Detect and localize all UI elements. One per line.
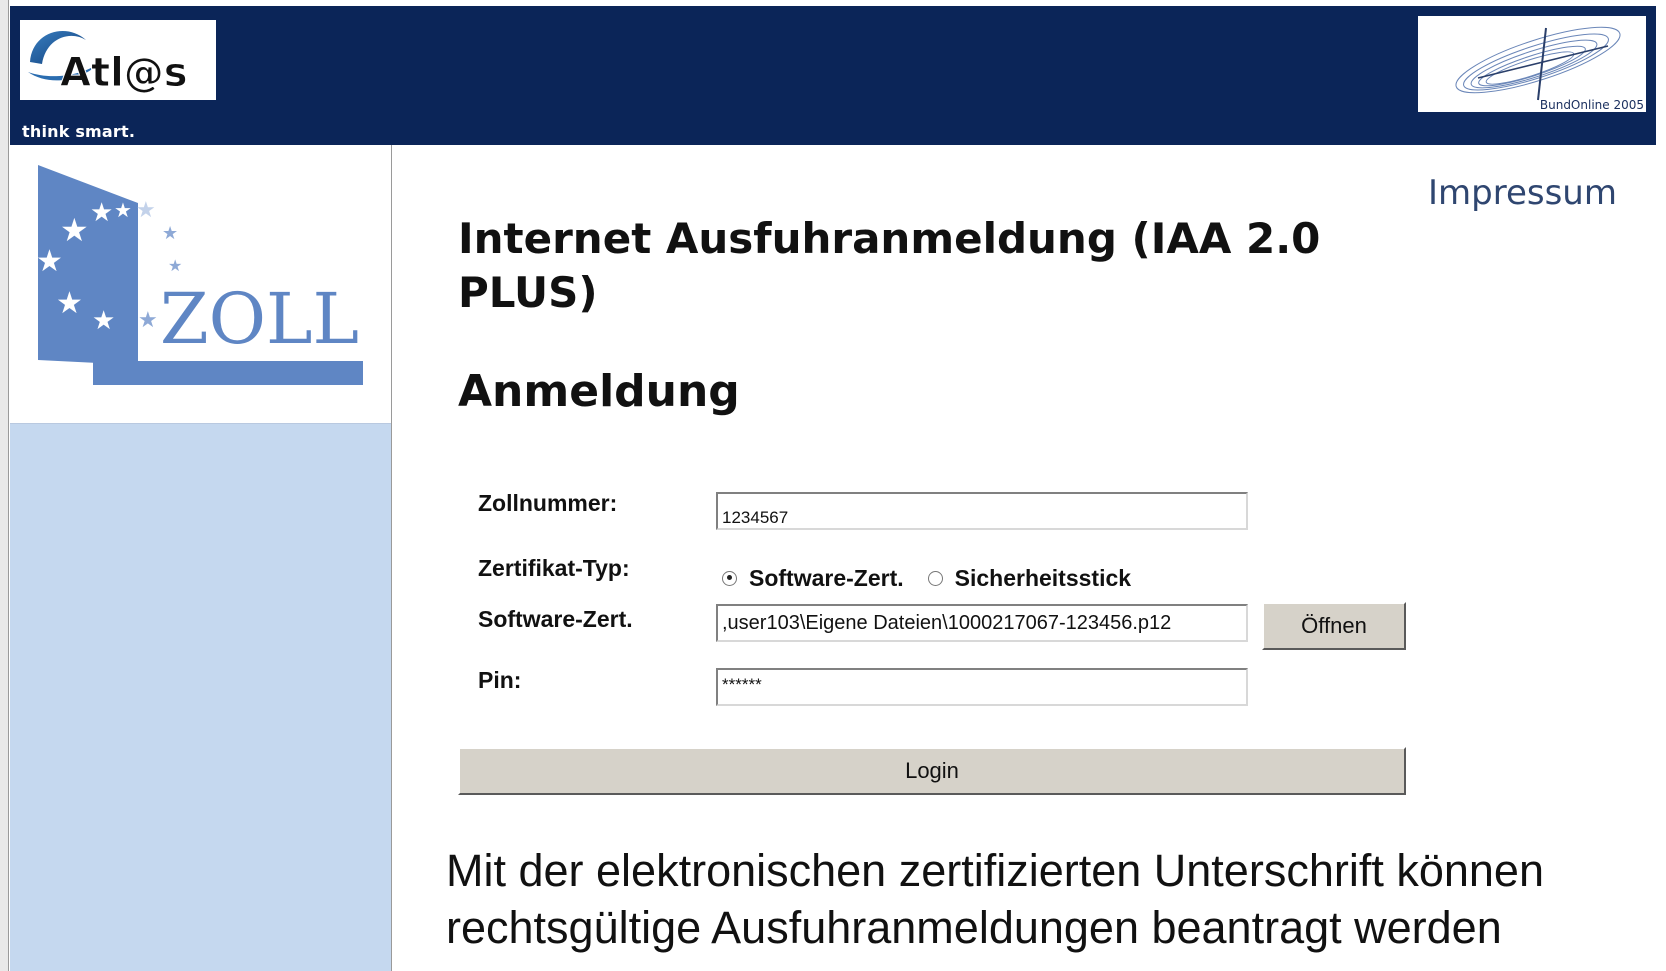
svg-text:★: ★ [114, 198, 132, 222]
zollnummer-value: 1234567 [722, 508, 789, 527]
atlas-logo[interactable]: Atl@s [20, 20, 216, 100]
header-banner: Atl@s think smart. BundOnline 2005 [10, 6, 1656, 145]
svg-text:★: ★ [56, 286, 83, 321]
zoll-logo[interactable]: ★ ★ ★ ★ ★ ★ ★ ★ ★ ★ ZOLL [10, 145, 391, 424]
window-frame-left [0, 0, 9, 971]
bundonline-logo[interactable]: BundOnline 2005 [1418, 16, 1646, 112]
svg-text:★: ★ [90, 198, 113, 228]
software-cert-path-input[interactable]: ,user103\Eigene Dateien\1000217067-12345… [716, 604, 1248, 642]
pin-input[interactable]: ****** [716, 668, 1248, 706]
svg-text:★: ★ [136, 198, 156, 223]
section-title: Anmeldung [458, 366, 740, 417]
impressum-link[interactable]: Impressum [1428, 173, 1617, 213]
cert-type-radio-group: Software-Zert. Sicherheitsstick [722, 562, 1155, 594]
svg-text:★: ★ [36, 244, 63, 279]
radio-software-cert[interactable]: Software-Zert. [722, 565, 904, 592]
svg-text:★: ★ [138, 308, 158, 333]
radio-security-stick-label: Sicherheitsstick [954, 564, 1132, 591]
svg-text:★: ★ [92, 306, 115, 336]
zoll-logo-text: ZOLL [160, 278, 359, 360]
software-cert-path-value: ,user103\Eigene Dateien\1000217067-12345… [722, 612, 1172, 634]
zollnummer-label: Zollnummer: [478, 490, 618, 516]
bundonline-logo-text: BundOnline 2005 [1540, 98, 1644, 112]
left-sidebar: ★ ★ ★ ★ ★ ★ ★ ★ ★ ★ ZOLL [10, 145, 392, 971]
atlas-logo-text: Atl@s [60, 50, 188, 96]
info-text: Mit der elektronischen zertifizierten Un… [446, 845, 1544, 953]
cert-type-label: Zertifikat-Typ: [478, 555, 630, 581]
pin-value: ****** [722, 675, 762, 694]
radio-security-stick-button[interactable] [927, 570, 943, 586]
zollnummer-input[interactable]: 1234567 [716, 492, 1248, 530]
svg-text:★: ★ [168, 256, 182, 275]
page-title: Internet Ausfuhranmeldung (IAA 2.0 PLUS) [458, 214, 1321, 317]
login-button[interactable]: Login [458, 747, 1406, 795]
tagline: think smart. [22, 122, 136, 141]
radio-software-cert-button[interactable] [722, 570, 737, 586]
radio-security-stick[interactable]: Sicherheitsstick [927, 564, 1132, 592]
software-cert-label: Software-Zert. [478, 606, 633, 632]
pin-label: Pin: [478, 667, 522, 693]
svg-text:★: ★ [60, 211, 89, 249]
open-file-button[interactable]: Öffnen [1262, 602, 1406, 650]
radio-software-cert-label: Software-Zert. [749, 564, 904, 591]
svg-text:★: ★ [162, 223, 178, 244]
